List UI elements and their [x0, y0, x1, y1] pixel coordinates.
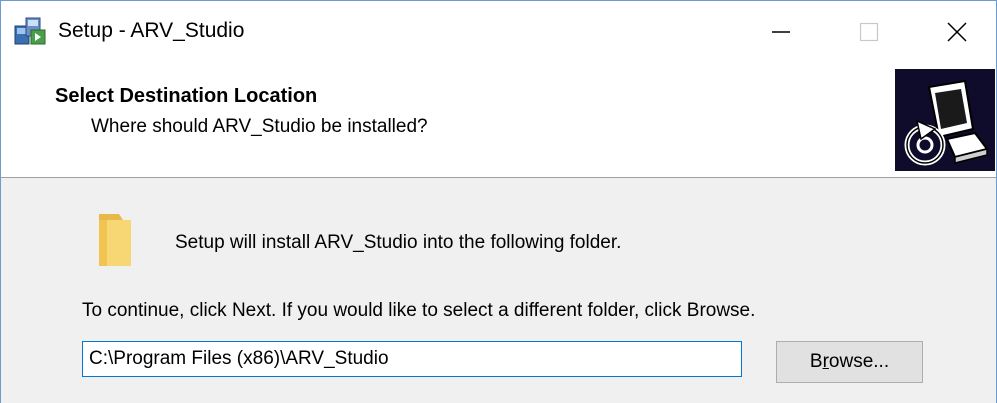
setup-window: Setup - ARV_Studio Select Destination Lo…: [0, 0, 997, 403]
wizard-header: Select Destination Location Where should…: [1, 63, 996, 178]
folder-icon: [99, 214, 131, 266]
page-title: Select Destination Location: [55, 85, 318, 107]
browse-label-post: owse...: [828, 351, 890, 372]
computer-install-icon: [904, 79, 989, 166]
minimize-icon: [772, 31, 790, 33]
setup-app-icon: [14, 17, 46, 45]
wizard-body: Setup will install ARV_Studio into the f…: [1, 178, 996, 403]
wizard-image: [895, 69, 995, 171]
page-subtitle: Where should ARV_Studio be installed?: [91, 116, 428, 137]
maximize-icon: [859, 22, 879, 42]
close-icon: [947, 22, 967, 42]
browse-label-pre: B: [809, 351, 823, 372]
destination-path-input[interactable]: [82, 341, 742, 377]
install-message: Setup will install ARV_Studio into the f…: [175, 232, 622, 253]
browse-button[interactable]: Browse...: [776, 341, 923, 383]
minimize-button[interactable]: [743, 1, 819, 63]
window-title: Setup - ARV_Studio: [58, 19, 245, 42]
continue-message: To continue, click Next. If you would li…: [82, 300, 756, 321]
title-bar[interactable]: Setup - ARV_Studio: [1, 1, 996, 63]
close-button[interactable]: [919, 1, 995, 63]
maximize-button[interactable]: [831, 1, 907, 63]
